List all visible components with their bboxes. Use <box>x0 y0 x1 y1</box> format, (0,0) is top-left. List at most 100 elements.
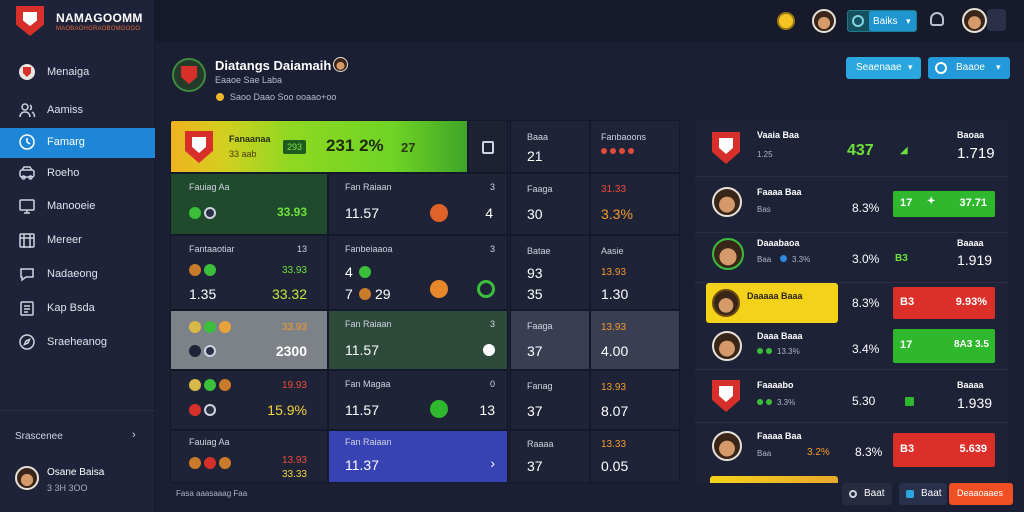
list-item[interactable]: Faaaabo 3.3% 5.30 Baaaa 1.939 <box>695 370 1008 423</box>
featured-extra: 27 <box>401 140 416 155</box>
table-cell[interactable]: Batae 93 35 <box>510 235 590 310</box>
team-icons <box>189 321 231 333</box>
table-cell[interactable]: Fanbeiaaoa 3 4 7 29 <box>328 235 508 310</box>
table-cell[interactable]: 13.93 8.07 <box>590 370 680 430</box>
odds-box[interactable]: B3 5.639 <box>893 433 995 467</box>
team-icons <box>189 404 216 416</box>
filter-dropdown-button[interactable]: Baaoe ▾ <box>928 57 1010 79</box>
table-cell[interactable]: Fanag 37 <box>510 370 590 430</box>
table-cell[interactable]: Faaga 37 <box>510 310 590 370</box>
team-icons <box>189 379 231 391</box>
footer-button-2[interactable]: Baat <box>899 483 947 505</box>
sidebar-item-label: Mereer <box>47 234 82 246</box>
sidebar-item-label: Menaiga <box>47 66 90 78</box>
form-icons <box>757 348 772 354</box>
featured-match-banner[interactable]: Fanaanaa 33 aab 293 231 2% 27 <box>170 120 468 173</box>
team-icons <box>189 264 216 276</box>
info-icon <box>849 490 857 498</box>
table-cell[interactable]: 19.93 15.9% <box>170 370 328 430</box>
table-cell[interactable]: Fan Raiaan 11.37 › <box>328 430 508 483</box>
chevron-down-icon: ▾ <box>996 62 1001 72</box>
brand-logo-icon[interactable] <box>16 6 44 36</box>
odds-box[interactable]: B3 9.93% <box>893 287 995 319</box>
table-cell[interactable]: 13.33 0.05 <box>590 430 680 483</box>
team-icon <box>483 344 495 356</box>
table-cell[interactable]: Fauiag Aa 33.93 <box>170 173 328 235</box>
list-item[interactable]: Daaa Baaa 13.3% 3.4% 17 8A3 3.5 <box>695 323 1008 370</box>
club-badge-icon <box>712 132 740 164</box>
monitor-icon <box>18 197 36 215</box>
team-icon <box>359 288 371 300</box>
table-cell[interactable]: Aasie 13.93 1.30 <box>590 235 680 310</box>
table-cell[interactable]: 13.93 4.00 <box>590 310 680 370</box>
document-icon <box>482 141 494 154</box>
coin-icon[interactable] <box>777 12 795 30</box>
form-icons <box>601 148 634 154</box>
friend-avatar[interactable] <box>812 9 836 33</box>
notification-icon[interactable] <box>930 12 944 26</box>
users-icon <box>18 101 36 119</box>
table-cell[interactable]: 31.33 3.3% <box>590 173 680 235</box>
table-cell[interactable]: Fantaaotiar 13 33.93 1.35 33.32 <box>170 235 328 310</box>
sidebar-item-nadaeong[interactable]: Nadaeong <box>0 260 155 288</box>
page-title: Diatangs Daiamaih <box>215 58 332 73</box>
sidebar-item-label: Kap Bsda <box>47 302 95 314</box>
list-item[interactable]: Vaaia Baa 1.25 437 ◢ Baoaa 1.719 <box>695 120 1008 177</box>
sidebar-item-aamiss[interactable]: Aamiss <box>0 96 155 124</box>
player-avatar <box>712 238 744 270</box>
share-icon <box>906 490 914 498</box>
table-cell[interactable]: Fan Raiaan 3 11.57 4 <box>328 173 508 235</box>
featured-score: 231 2% <box>326 136 384 155</box>
mode-select[interactable]: Baiks ▾ <box>847 10 917 32</box>
list-item[interactable]: Faaaa Baa Baa 3.2% 8.3% B3 5.639 <box>695 423 1008 475</box>
sidebar-item-roeho[interactable]: Roeho <box>0 159 155 187</box>
sidebar-item-manooeie[interactable]: Manooeie <box>0 192 155 220</box>
table-cell[interactable]: Raaaa 37 <box>510 430 590 483</box>
sidebar-item-label: Aamiss <box>47 104 84 116</box>
chevron-right-icon[interactable]: › <box>490 455 495 471</box>
sidebar-item-label: Manooeie <box>47 200 96 212</box>
sidebar-item-label: Sraeheanog <box>47 336 107 348</box>
compass-icon <box>18 333 36 351</box>
match-details-cell[interactable] <box>468 120 508 173</box>
season-dropdown-button[interactable]: Seaenaae ▾ <box>846 57 921 79</box>
chat-icon <box>18 265 36 283</box>
menu-icon[interactable] <box>987 9 1006 31</box>
sidebar-item-sraeheanog[interactable]: Sraeheanog <box>0 328 155 356</box>
user-name: Osane Baisa <box>47 467 105 478</box>
list-item[interactable]: Faaaa Baa Bas 8.3% 17 ✦ 37.71 <box>695 177 1008 233</box>
brand-tagline: MAOBAOHGRAOBOMGOOO <box>56 26 141 32</box>
table-cell[interactable]: 33.93 2300 <box>170 310 328 370</box>
chevron-right-icon[interactable]: › <box>132 429 136 441</box>
footer-button-1[interactable]: Baat <box>842 483 892 505</box>
odds-box[interactable]: 17 8A3 3.5 <box>893 329 995 363</box>
user-avatar[interactable] <box>15 466 39 490</box>
sidebar-item-menaiga[interactable]: Menaiga <box>0 58 155 86</box>
team-icon <box>430 280 448 298</box>
player-avatar <box>712 187 742 217</box>
table-cell[interactable]: Faaga 30 <box>510 173 590 235</box>
list-item[interactable]: Daaabaoa Baa 3.3% 3.0% B3 Baaaa 1.919 <box>695 233 1008 283</box>
table-cell[interactable]: Fan Magaa 0 11.57 13 <box>328 370 508 430</box>
sidebar-item-mereer[interactable]: Mereer <box>0 226 155 254</box>
odds-box[interactable]: 17 ✦ 37.71 <box>893 191 995 217</box>
column-header-label: Fanbaoons <box>601 132 647 142</box>
manager-avatar <box>333 57 348 72</box>
club-badge-icon <box>172 58 206 92</box>
sidebar-item-kap-bsda[interactable]: Kap Bsda <box>0 294 155 322</box>
club-badge-icon <box>18 63 36 81</box>
team-icon <box>430 204 448 222</box>
club-badge-icon <box>712 380 740 412</box>
cta-button[interactable]: Deaaoaaes <box>949 483 1013 505</box>
profile-avatar[interactable] <box>962 8 987 33</box>
sidebar-section-toggle[interactable]: Srascenee <box>15 431 63 442</box>
sidebar-item-label: Nadaeong <box>47 268 98 280</box>
sidebar-item-famarg[interactable]: Famarg <box>0 128 155 158</box>
trend-up-icon: ◢ <box>900 145 908 156</box>
column-header-value: 21 <box>527 148 543 164</box>
table-cell[interactable]: Fauiag Aa 13.93 33.33 <box>170 430 328 483</box>
featured-badge: 293 <box>283 140 307 154</box>
calendar-icon <box>18 231 36 249</box>
table-cell[interactable]: Fan Raiaan 3 11.57 <box>328 310 508 370</box>
list-item[interactable]: Daaaaa Baaa 8.3% B3 9.93% <box>695 283 1008 323</box>
